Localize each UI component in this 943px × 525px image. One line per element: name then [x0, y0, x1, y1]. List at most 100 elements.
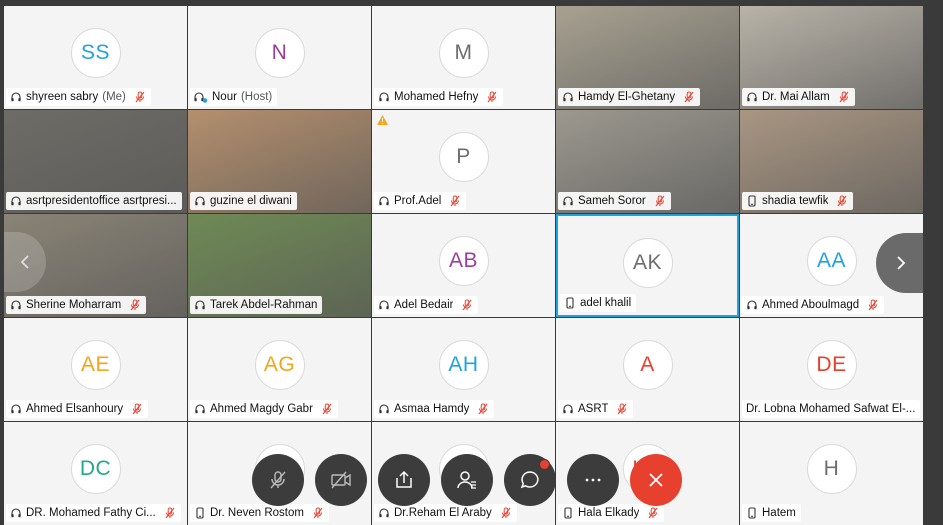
avatar: N [254, 28, 305, 78]
headset-icon [378, 299, 390, 311]
participant-tile[interactable]: A ASRT [556, 318, 739, 421]
participant-label: Sherine Moharram [6, 296, 147, 314]
participant-label: Dr. Mai Allam [742, 88, 855, 106]
participant-name: Nour [212, 91, 237, 103]
participant-label: Ahmed Magdy Gabr [190, 400, 338, 418]
participant-label: Hala Elkady [558, 504, 665, 522]
participant-name: DR. Mohamed Fathy Ci... [26, 507, 156, 519]
video-button[interactable] [315, 454, 367, 506]
headset-icon [10, 403, 22, 415]
participant-tile[interactable]: asrtpresidentoffice asrtpresi... [4, 110, 187, 213]
phone-icon [746, 195, 758, 207]
muted-mic-icon [867, 299, 879, 311]
participant-name: Ahmed Elsanhoury [26, 403, 124, 415]
participant-label: Nour (Host) [190, 88, 278, 106]
participant-name: Asmaa Hamdy [394, 403, 470, 415]
warning-icon [376, 113, 389, 125]
participant-tile[interactable]: AE Ahmed Elsanhoury [4, 318, 187, 421]
chevron-right-icon [897, 256, 906, 270]
headset-icon [378, 507, 390, 519]
headset-icon [10, 195, 22, 207]
participant-label: Mohamed Hefny [374, 88, 504, 106]
participant-name: shyreen sabry [26, 91, 99, 103]
muted-mic-icon [321, 403, 333, 415]
phone-icon [194, 507, 206, 519]
leave-button[interactable] [630, 454, 682, 506]
participant-tile[interactable]: AG Ahmed Magdy Gabr [188, 318, 371, 421]
participant-tile[interactable]: AH Asmaa Hamdy [372, 318, 555, 421]
muted-mic-icon [477, 403, 489, 415]
muted-mic-icon [129, 299, 141, 311]
participant-tile[interactable]: N Nour (Host) [188, 6, 371, 109]
headset-icon [194, 195, 206, 207]
participant-tile[interactable]: Hamdy El-Ghetany [556, 6, 739, 109]
chat-button[interactable] [504, 454, 556, 506]
muted-mic-icon [836, 195, 848, 207]
headset-icon [194, 403, 206, 415]
participant-tile[interactable]: AK adel khalil [556, 214, 739, 317]
share-button[interactable] [378, 454, 430, 506]
phone-icon [562, 507, 574, 519]
participant-label: asrtpresidentoffice asrtpresi... [6, 192, 182, 210]
mute-button[interactable] [252, 454, 304, 506]
participant-name: Dr. Mai Allam [762, 91, 830, 103]
participant-label: guzine el diwani [190, 192, 297, 210]
participant-tile[interactable]: Sameh Soror [556, 110, 739, 213]
avatar: DC [70, 444, 121, 494]
muted-mic-icon [134, 91, 146, 103]
participant-label: DR. Mohamed Fathy Ci... [6, 504, 181, 522]
participant-tile[interactable]: SS shyreen sabry (Me) [4, 6, 187, 109]
participant-name: Dr. Lobna Mohamed Safwat El-... [746, 403, 916, 415]
participant-name: guzine el diwani [210, 195, 292, 207]
avatar: M [438, 28, 489, 78]
muted-mic-icon [616, 403, 628, 415]
participant-tile[interactable]: P Prof.Adel [372, 110, 555, 213]
headset-icon [746, 299, 758, 311]
participant-tile[interactable]: M Mohamed Hefny [372, 6, 555, 109]
participant-tile[interactable]: shadia tewfik [740, 110, 923, 213]
participant-name: shadia tewfik [762, 195, 829, 207]
more-icon [585, 478, 601, 482]
participant-tile[interactable]: guzine el diwani [188, 110, 371, 213]
muted-mic-icon [654, 195, 666, 207]
headset-icon [10, 507, 22, 519]
participant-label: Ahmed Aboulmagd [742, 296, 885, 314]
chat-icon [520, 471, 539, 489]
avatar: AA [806, 236, 857, 286]
participant-label: ASRT [558, 400, 634, 418]
participant-name: Prof.Adel [394, 195, 442, 207]
participant-tile[interactable]: AB Adel Bedair [372, 214, 555, 317]
participant-name: Sameh Soror [578, 195, 646, 207]
participant-tile[interactable]: H Hatem [740, 422, 923, 525]
share-icon [396, 470, 412, 488]
participant-label: Hamdy El-Ghetany [558, 88, 701, 106]
avatar: AE [70, 340, 121, 390]
participant-tile[interactable]: Dr. Mai Allam [740, 6, 923, 109]
participant-tile[interactable]: DE Dr. Lobna Mohamed Safwat El-... [740, 318, 923, 421]
avatar: H [806, 444, 857, 494]
participants-icon [457, 471, 476, 489]
participant-role-tag: (Me) [102, 91, 126, 103]
meeting-controls [252, 454, 682, 506]
muted-mic-icon [838, 91, 850, 103]
avatar: AB [438, 236, 489, 286]
muted-mic-icon [647, 507, 659, 519]
participant-name: adel khalil [580, 297, 632, 309]
headset-icon [562, 195, 574, 207]
avatar: AH [438, 340, 489, 390]
participant-label: adel khalil [560, 294, 637, 312]
participant-tile[interactable]: DC DR. Mohamed Fathy Ci... [4, 422, 187, 525]
participant-name: Adel Bedair [394, 299, 454, 311]
host-headset-icon [194, 91, 208, 103]
participant-tile[interactable]: Tarek Abdel-Rahman [188, 214, 371, 317]
headset-icon [562, 403, 574, 415]
participant-name: Hamdy El-Ghetany [578, 91, 676, 103]
participant-name: Mohamed Hefny [394, 91, 479, 103]
participant-label: shadia tewfik [742, 192, 854, 210]
participant-label: Dr. Neven Rostom [190, 504, 329, 522]
participants-button[interactable] [441, 454, 493, 506]
more-button[interactable] [567, 454, 619, 506]
headset-icon [10, 91, 22, 103]
headset-icon [378, 91, 390, 103]
participant-role-tag: (Host) [240, 91, 273, 103]
